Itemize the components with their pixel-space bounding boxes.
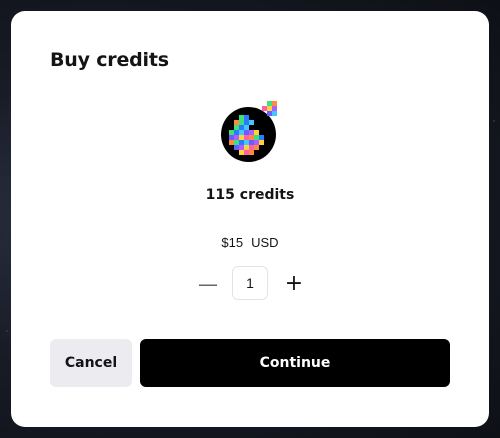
cancel-button[interactable]: Cancel: [50, 339, 132, 387]
price-currency: USD: [251, 235, 279, 250]
pixel-block: [259, 140, 264, 145]
pixel-block: [249, 120, 254, 125]
credits-package-icon: [221, 101, 281, 162]
pixel-block: [249, 150, 254, 155]
quantity-stepper: — +: [196, 266, 311, 302]
decrement-button[interactable]: —: [196, 266, 220, 302]
background-speck: [493, 120, 495, 122]
continue-button[interactable]: Continue: [140, 339, 450, 387]
pixel-block: [272, 111, 277, 116]
increment-button[interactable]: +: [282, 266, 306, 302]
quantity-input[interactable]: [232, 266, 268, 300]
price-amount: $15: [221, 235, 244, 250]
pixel-block: [254, 145, 259, 150]
credits-amount: 115 credits: [205, 187, 295, 203]
background-speck: [6, 330, 8, 332]
price-label: $15 USD: [11, 235, 489, 250]
dialog-title: Buy credits: [50, 49, 169, 71]
pixel-cluster-icon: [262, 101, 278, 117]
buy-credits-dialog: Buy credits 115 credits $15 USD — + Cance…: [11, 11, 489, 427]
minus-icon: —: [198, 272, 218, 296]
plus-icon: +: [284, 271, 304, 296]
